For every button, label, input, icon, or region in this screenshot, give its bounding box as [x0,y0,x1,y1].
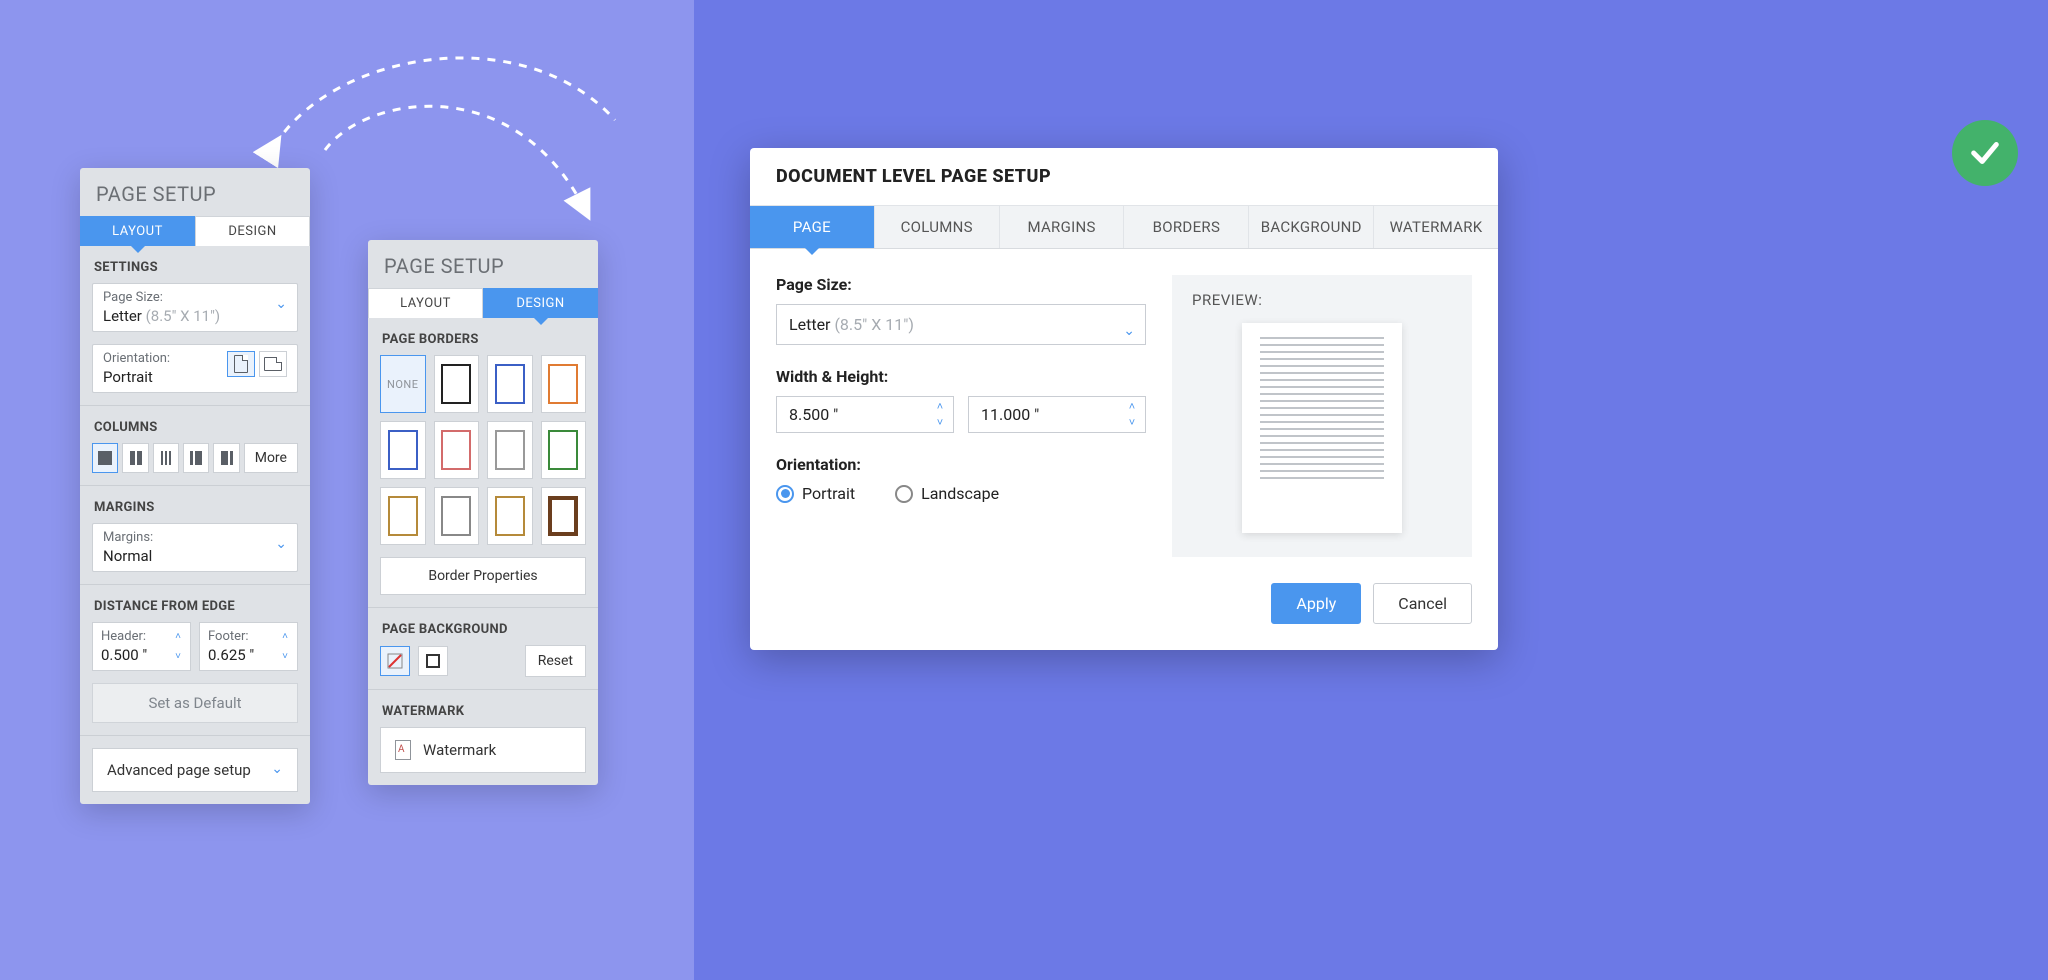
panel-title: PAGE SETUP [368,240,598,288]
columns-2-button[interactable] [122,443,148,473]
apply-button[interactable]: Apply [1271,583,1361,624]
watermark-button[interactable]: Watermark [380,727,586,773]
tab-borders[interactable]: BORDERS [1123,206,1248,248]
background-none-button[interactable] [380,646,410,676]
orientation-landscape-radio[interactable]: Landscape [895,484,999,503]
border-thumb[interactable] [434,487,480,545]
chevron-up-icon[interactable]: ˄ [931,399,949,415]
orientation-portrait-button[interactable] [227,351,255,377]
border-properties-button[interactable]: Border Properties [380,557,586,595]
chevron-down-icon[interactable]: ˅ [931,415,949,431]
orientation-field: Orientation: Portrait [92,344,298,393]
orientation-label: Orientation: [776,455,1146,474]
tab-design[interactable]: DESIGN [195,216,310,246]
margins-header: MARGINS [80,485,310,523]
radio-off-icon [895,485,913,503]
border-thumb[interactable] [487,355,533,413]
page-size-select[interactable]: ⌄ Page Size: Letter (8.5" X 11") [92,283,298,332]
orientation-portrait-radio[interactable]: Portrait [776,484,855,503]
watermark-header: WATERMARK [368,689,598,727]
border-thumb[interactable] [380,421,426,479]
cancel-button[interactable]: Cancel [1373,583,1472,624]
border-thumb[interactable] [541,487,587,545]
border-thumb[interactable] [487,421,533,479]
chevron-down-icon: ⌄ [1123,323,1135,339]
border-thumb[interactable] [434,355,480,413]
settings-header: SETTINGS [80,246,310,283]
tab-background[interactable]: BACKGROUND [1248,206,1373,248]
advanced-page-setup-link[interactable]: ⌄ Advanced page setup [92,748,298,792]
background-reset-button[interactable]: Reset [525,645,586,677]
border-thumb[interactable] [434,421,480,479]
page-setup-layout-panel: PAGE SETUP LAYOUT DESIGN SETTINGS ⌄ Page… [80,168,310,804]
success-badge [1952,120,2018,186]
width-height-label: Width & Height: [776,367,1146,386]
border-thumb[interactable] [541,355,587,413]
width-stepper[interactable]: 8.500 " ˄˅ [776,396,954,433]
watermark-icon [395,740,411,760]
border-none-thumb[interactable]: NONE [380,355,426,413]
header-distance-stepper[interactable]: Header: 0.500 " ˄˅ [92,622,191,671]
footer-distance-stepper[interactable]: Footer: 0.625 " ˄˅ [199,622,298,671]
tab-layout[interactable]: LAYOUT [368,288,483,318]
chevron-down-icon[interactable]: ˅ [277,647,293,667]
chevron-up-icon[interactable]: ˄ [170,627,186,647]
height-stepper[interactable]: 11.000 " ˄˅ [968,396,1146,433]
tab-layout[interactable]: LAYOUT [80,216,195,246]
tab-watermark[interactable]: WATERMARK [1373,206,1498,248]
chevron-up-icon[interactable]: ˄ [277,627,293,647]
checkmark-icon [1968,136,2002,170]
tab-page[interactable]: PAGE [750,206,874,248]
background-color-button[interactable] [418,646,448,676]
dialog-title: DOCUMENT LEVEL PAGE SETUP [750,148,1498,206]
panel-title: PAGE SETUP [80,168,310,216]
margins-select[interactable]: ⌄ Margins: Normal [92,523,298,572]
page-size-label: Page Size: [776,275,1146,294]
tab-columns[interactable]: COLUMNS [874,206,999,248]
preview-page-icon [1242,323,1402,533]
radio-on-icon [776,485,794,503]
chevron-down-icon[interactable]: ˅ [1123,415,1141,431]
page-borders-header: PAGE BORDERS [368,318,598,355]
landscape-page-icon [264,357,282,371]
distance-header: DISTANCE FROM EDGE [80,584,310,622]
columns-right-button[interactable] [213,443,239,473]
chevron-down-icon[interactable]: ˅ [170,647,186,667]
orientation-landscape-button[interactable] [259,351,287,377]
page-setup-design-panel: PAGE SETUP LAYOUT DESIGN PAGE BORDERS NO… [368,240,598,785]
columns-3-button[interactable] [153,443,179,473]
portrait-page-icon [234,355,248,373]
preview-pane: PREVIEW: [1172,275,1472,557]
no-fill-icon [387,653,403,669]
border-thumb[interactable] [541,421,587,479]
chevron-down-icon: ⌄ [271,761,283,777]
page-size-select[interactable]: ⌄ Letter (8.5" X 11") [776,304,1146,345]
chevron-up-icon[interactable]: ˄ [1123,399,1141,415]
columns-more-button[interactable]: More [244,443,298,473]
chevron-down-icon: ⌄ [275,296,287,312]
border-thumb[interactable] [487,487,533,545]
tab-margins[interactable]: MARGINS [999,206,1124,248]
columns-header: COLUMNS [80,405,310,443]
chevron-down-icon: ⌄ [275,536,287,552]
document-page-setup-dialog: DOCUMENT LEVEL PAGE SETUP PAGE COLUMNS M… [750,148,1498,650]
page-background-header: PAGE BACKGROUND [368,607,598,645]
columns-1-button[interactable] [92,443,118,473]
tab-design[interactable]: DESIGN [483,288,598,318]
set-as-default-button[interactable]: Set as Default [92,683,298,723]
border-thumb[interactable] [380,487,426,545]
square-icon [425,653,441,669]
columns-left-button[interactable] [183,443,209,473]
